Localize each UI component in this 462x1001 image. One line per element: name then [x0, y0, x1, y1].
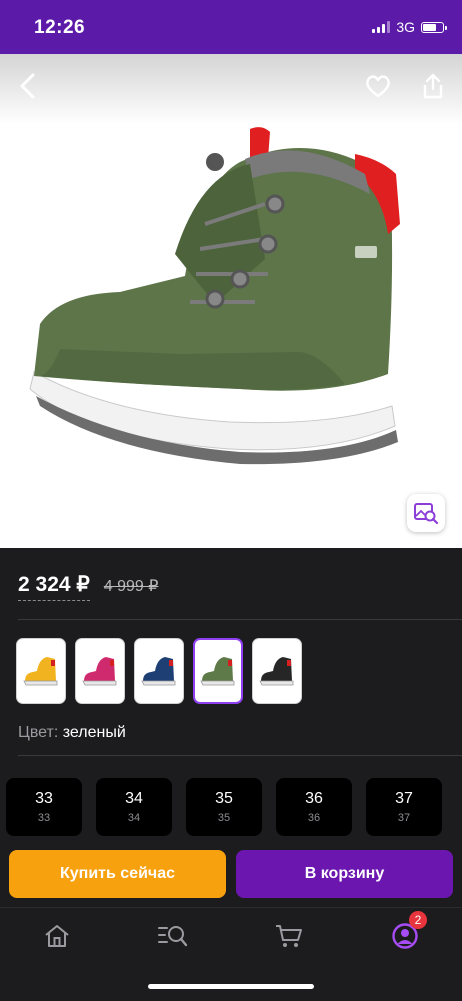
divider — [18, 755, 462, 756]
color-label: Цвет: — [18, 724, 59, 741]
shoe-thumbnail-icon — [200, 657, 235, 686]
price-row: 2 324 ₽ 4 999 ₽ — [18, 572, 158, 601]
color-swatch-navy[interactable] — [134, 638, 184, 704]
size-sublabel: 37 — [397, 812, 411, 824]
shoe-thumbnail-icon — [259, 657, 294, 686]
battery-icon — [421, 21, 447, 33]
color-swatch-black[interactable] — [252, 638, 302, 704]
tab-home[interactable] — [33, 918, 81, 954]
size-sublabel: 36 — [307, 812, 321, 824]
shoe-thumbnail-icon — [82, 657, 117, 686]
chevron-left-icon — [20, 73, 35, 99]
size-label: 33 — [35, 790, 53, 807]
tab-cart[interactable] — [265, 918, 313, 954]
size-sublabel: 35 — [217, 812, 231, 824]
network-type: 3G — [396, 19, 415, 35]
signal-icon — [372, 21, 391, 33]
cart-icon — [276, 925, 302, 947]
size-option[interactable]: 37 37 — [366, 778, 442, 836]
size-option[interactable]: 36 36 — [276, 778, 352, 836]
divider — [18, 619, 462, 620]
status-time: 12:26 — [34, 17, 86, 38]
status-indicators: 3G — [372, 19, 447, 35]
color-swatch-green[interactable] — [193, 638, 243, 704]
product-image — [29, 127, 400, 465]
share-button[interactable] — [415, 68, 451, 104]
favorite-button[interactable] — [360, 68, 396, 104]
status-bar: 12:26 3G — [0, 0, 462, 54]
search-by-photo-button[interactable] — [407, 494, 445, 532]
color-value: зеленый — [62, 724, 126, 741]
size-sublabel: 33 — [37, 812, 51, 824]
size-label: 34 — [125, 790, 143, 807]
tab-catalog[interactable] — [149, 918, 197, 954]
current-price[interactable]: 2 324 ₽ — [18, 572, 90, 601]
back-button[interactable] — [10, 68, 46, 104]
image-search-icon — [414, 503, 439, 525]
size-option[interactable]: 33 33 — [6, 778, 82, 836]
heart-icon — [366, 75, 390, 98]
size-label: 35 — [215, 790, 233, 807]
size-label: 36 — [305, 790, 323, 807]
size-option[interactable]: 34 34 — [96, 778, 172, 836]
size-sublabel: 34 — [127, 812, 141, 824]
home-indicator — [148, 984, 314, 989]
color-swatches — [16, 638, 302, 704]
size-selector: 33 33 34 34 35 35 36 36 37 37 — [6, 778, 442, 836]
product-photo[interactable] — [0, 54, 462, 548]
old-price: 4 999 ₽ — [103, 578, 159, 595]
share-icon — [423, 73, 443, 99]
shoe-thumbnail-icon — [141, 657, 176, 686]
buy-now-button[interactable]: Купить сейчас — [9, 850, 226, 898]
size-label: 37 — [395, 790, 413, 807]
color-swatch-pink[interactable] — [75, 638, 125, 704]
home-icon — [45, 925, 69, 947]
color-line: Цвет: зеленый — [18, 724, 126, 742]
color-swatch-yellow[interactable] — [16, 638, 66, 704]
size-option[interactable]: 35 35 — [186, 778, 262, 836]
catalog-search-icon — [158, 926, 188, 947]
tab-profile[interactable]: 2 — [381, 911, 429, 954]
shoe-thumbnail-icon — [23, 657, 58, 686]
add-to-cart-button[interactable]: В корзину — [236, 850, 453, 898]
notification-badge: 2 — [409, 911, 427, 929]
